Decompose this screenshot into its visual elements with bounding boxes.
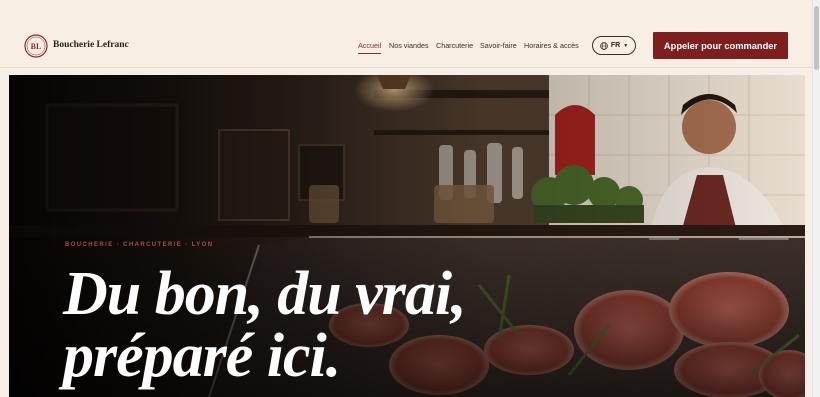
hero-headline-line-1: Du bon, du vrai, <box>63 260 467 328</box>
site-header: BL Boucherie Lefranc Accueil Nos viandes… <box>0 0 812 68</box>
nav-item-accueil[interactable]: Accueil <box>358 41 382 54</box>
language-selector[interactable]: FR ▼ <box>592 36 636 55</box>
hero-kicker: BOUCHERIE · CHARCUTERIE · LYON <box>65 242 214 248</box>
chevron-down-icon: ▼ <box>623 42 629 49</box>
hero-headline-line-2: préparé ici. <box>63 322 341 390</box>
nav-item-horaires-acces[interactable]: Horaires & accès <box>524 41 579 50</box>
page-scrollbar[interactable] <box>812 0 820 397</box>
hero-section: BOUCHERIE · CHARCUTERIE · LYON Du bon, d… <box>9 75 805 397</box>
language-label: FR <box>610 42 621 49</box>
logo-monogram[interactable]: BL <box>24 34 48 58</box>
nav-item-savoir-faire[interactable]: Savoir-faire <box>480 41 517 50</box>
globe-icon <box>600 41 608 50</box>
scrollbar-thumb[interactable] <box>814 6 819 70</box>
hero-headline: Du bon, du vrai, préparé ici. <box>63 260 467 390</box>
nav-item-charcuterie[interactable]: Charcuterie <box>436 41 473 50</box>
call-to-order-button[interactable]: Appeler pour commander <box>653 32 788 59</box>
logo-monogram-text: BL <box>31 42 42 51</box>
brand-name[interactable]: Boucherie Lefranc <box>53 40 129 50</box>
nav-item-nos-viandes[interactable]: Nos viandes <box>389 41 429 50</box>
